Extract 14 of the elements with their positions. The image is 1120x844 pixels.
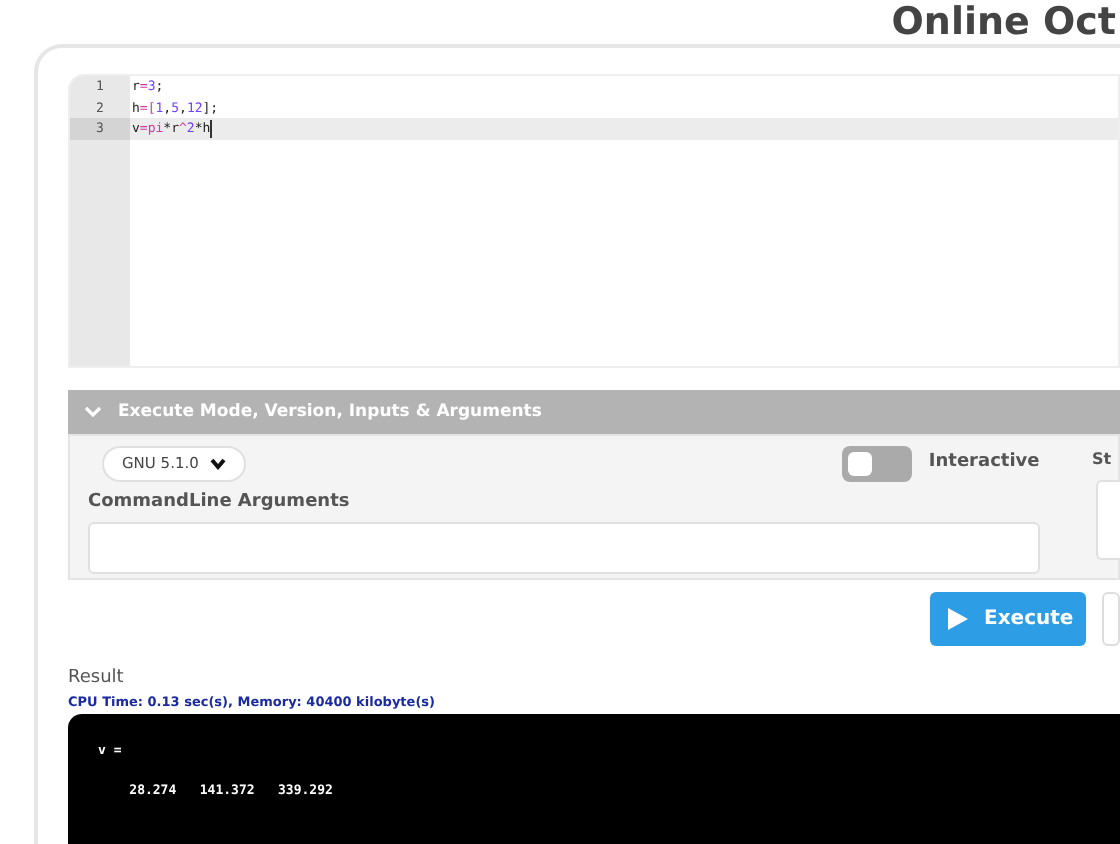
play-icon xyxy=(948,608,968,630)
input-field[interactable] xyxy=(1096,480,1120,560)
chevron-down-icon xyxy=(84,406,102,418)
field-label: CommandLine Arguments xyxy=(88,490,352,516)
caret-icon xyxy=(210,458,227,470)
text-cursor xyxy=(210,120,213,139)
interactive-toggle[interactable] xyxy=(842,446,913,482)
result-heading: Result xyxy=(68,666,126,692)
field-label: St xyxy=(1092,448,1112,472)
secondary-button[interactable] xyxy=(1101,592,1120,646)
page-title: Online Oct xyxy=(889,0,1118,44)
arguments-field[interactable] xyxy=(88,521,1040,573)
panel-title: Execute Mode, Version, Inputs & Arguments xyxy=(118,399,542,425)
toggle-label: Interactive xyxy=(928,450,1040,477)
